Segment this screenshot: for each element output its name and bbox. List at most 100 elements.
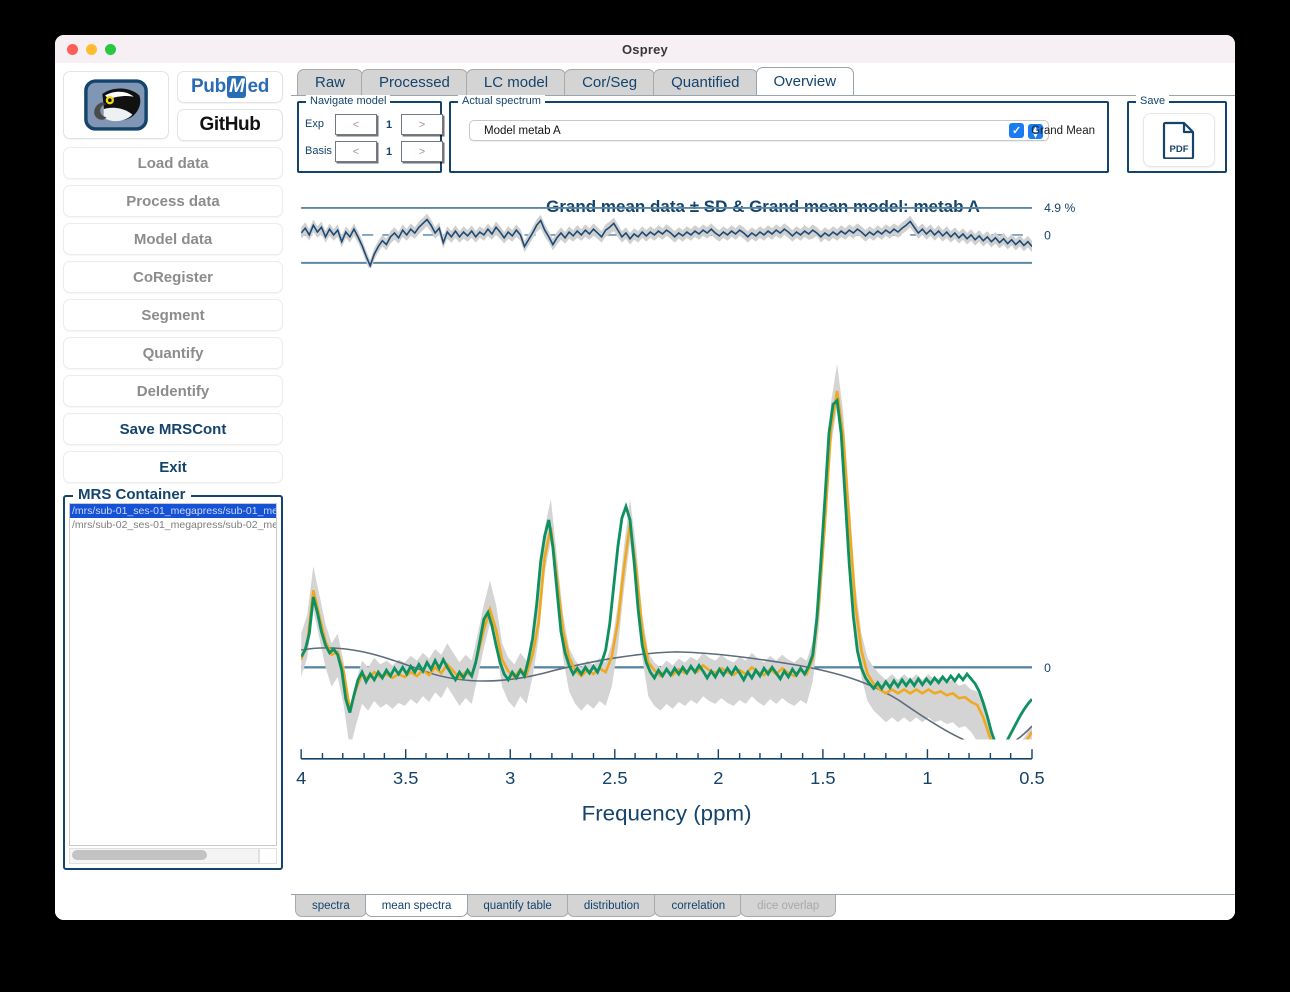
residual-upper-label: 4.9 % (1044, 201, 1076, 215)
sidebar-item-quantify[interactable]: Quantify (63, 337, 283, 369)
sidebar-item-label: Load data (137, 154, 209, 172)
main-zero-label: 0 (1044, 661, 1051, 675)
save-pdf-button[interactable]: PDF (1143, 113, 1215, 167)
basis-prev-button[interactable]: < (335, 141, 377, 162)
osprey-logo-button[interactable] (63, 71, 169, 139)
exp-next-button[interactable]: > (401, 114, 443, 135)
tab-label: Overview (773, 73, 837, 90)
pdf-icon: PDF (1162, 121, 1195, 159)
x-tick-label: 2 (713, 768, 723, 787)
bottom-tab-distribution[interactable]: distribution (566, 895, 657, 917)
close-icon[interactable] (67, 44, 78, 55)
bottom-tab-correlation[interactable]: correlation (654, 895, 743, 917)
actual-spectrum-title: Actual spectrum (458, 95, 545, 107)
tab-cor-seg[interactable]: Cor/Seg (564, 69, 656, 95)
sidebar-item-save-mrscont[interactable]: Save MRSCont (63, 413, 283, 445)
grand-mean-control[interactable]: ✓ Grand Mean (1009, 123, 1095, 138)
sidebar-item-label: Quantify (142, 344, 204, 362)
bottom-tab-label: spectra (312, 899, 350, 912)
list-item[interactable]: /mrs/sub-02_ses-01_megapress/sub-02_me (70, 518, 276, 532)
navigate-model-title: Navigate model (306, 95, 391, 107)
bottom-tab-spectra[interactable]: spectra (295, 895, 367, 917)
scrollbar-corner (259, 848, 277, 864)
save-group: Save PDF (1127, 95, 1227, 173)
x-tick-label: 2.5 (602, 768, 627, 787)
sidebar-item-label: Exit (159, 458, 187, 476)
pdf-icon-label: PDF (1170, 144, 1189, 155)
spectrum-select-value: Model metab A (484, 124, 561, 137)
x-tick-label: 3.5 (393, 768, 418, 787)
tab-label: LC model (483, 74, 549, 91)
navigate-exp-label: Exp (305, 118, 324, 130)
github-label: GitHub (199, 114, 261, 135)
bottom-tab-label: quantify table (483, 899, 552, 912)
x-tick-label: 1 (922, 768, 932, 787)
spectrum-select[interactable]: Model metab A ▲ ▼ (469, 120, 1049, 141)
tab-lc-model[interactable]: LC model (465, 69, 567, 95)
list-item[interactable]: /mrs/sub-01_ses-01_megapress/sub-01_me (70, 504, 276, 518)
grand-mean-checkbox[interactable]: ✓ (1009, 123, 1025, 138)
x-tick-label: 3 (505, 768, 515, 787)
grand-mean-label: Grand Mean (1031, 124, 1095, 137)
control-panels: Navigate model Exp < 1 > Basis < 1 > Act… (297, 95, 1227, 173)
x-tick-label: 1.5 (810, 768, 835, 787)
tab-raw[interactable]: Raw (297, 69, 364, 95)
bottom-tab-mean-spectra[interactable]: mean spectra (364, 895, 469, 917)
app-window: Osprey Pub M ed GitHub Load data Process… (55, 35, 1235, 920)
spectrum-chart[interactable]: 4.9 % 0 0 4 3.5 3 2.5 2 1.5 1 0.5 Freque… (291, 181, 1235, 884)
sidebar-item-deidentify[interactable]: DeIdentify (63, 375, 283, 407)
sidebar-item-label: Segment (141, 306, 205, 324)
tab-overview[interactable]: Overview (755, 67, 855, 95)
tab-label: Cor/Seg (582, 74, 638, 91)
bottom-tab-label: mean spectra (381, 899, 452, 912)
mrs-container-panel: MRS Container /mrs/sub-01_ses-01_megapre… (63, 486, 283, 870)
spectrum-svg: 4.9 % 0 0 4 3.5 3 2.5 2 1.5 1 0.5 Freque… (296, 201, 1076, 825)
navigate-basis-row: Basis < 1 > (305, 141, 443, 162)
mrs-container-listbox[interactable]: /mrs/sub-01_ses-01_megapress/sub-01_me /… (69, 503, 277, 846)
traffic-lights[interactable] (67, 44, 116, 55)
main-pane: Raw Processed LC model Cor/Seg Quantifie… (291, 63, 1235, 920)
x-axis-minor-ticks (300, 749, 1033, 759)
sidebar-item-coregister[interactable]: CoRegister (63, 261, 283, 293)
sidebar-item-process-data[interactable]: Process data (63, 185, 283, 217)
minimize-icon[interactable] (86, 44, 97, 55)
sidebar-item-load-data[interactable]: Load data (63, 147, 283, 179)
sidebar-item-label: Model data (133, 230, 213, 248)
pubmed-link[interactable]: Pub Med (177, 71, 283, 103)
residual-panel: 4.9 % 0 (301, 201, 1076, 268)
x-axis-tick-labels: 4 3.5 3 2.5 2 1.5 1 0.5 (296, 768, 1045, 787)
osprey-logo-icon (84, 79, 148, 131)
github-link[interactable]: GitHub (177, 109, 283, 141)
data-sd-band (301, 363, 1032, 740)
sidebar-item-exit[interactable]: Exit (63, 451, 283, 483)
x-axis-label: Frequency (ppm) (582, 801, 752, 825)
save-title: Save (1136, 95, 1170, 107)
sidebar-item-label: CoRegister (132, 268, 214, 286)
bottom-tab-label: dice overlap (757, 899, 820, 912)
sidebar-item-segment[interactable]: Segment (63, 299, 283, 331)
window-body: Pub Med GitHub Load data Process data Mod… (55, 63, 1235, 920)
horizontal-scrollbar[interactable] (69, 848, 259, 864)
bottom-tab-bar: spectra mean spectra quantify table dist… (291, 894, 1235, 920)
x-axis: 4 3.5 3 2.5 2 1.5 1 0.5 Frequency (ppm) (296, 749, 1045, 825)
bottom-tab-quantify-table[interactable]: quantify table (466, 895, 569, 917)
zoom-icon[interactable] (105, 44, 116, 55)
tab-quantified[interactable]: Quantified (653, 69, 758, 95)
tab-label: Raw (315, 74, 346, 91)
sidebar-item-label: Process data (126, 192, 220, 210)
tab-label: Processed (379, 74, 450, 91)
residual-zero-label: 0 (1044, 229, 1051, 243)
window-titlebar: Osprey (55, 35, 1235, 64)
navigate-basis-label: Basis (305, 145, 332, 157)
sidebar-item-model-data[interactable]: Model data (63, 223, 283, 255)
exp-prev-button[interactable]: < (335, 114, 377, 135)
x-tick-label: 0.5 (1019, 768, 1044, 787)
navigate-model-group: Navigate model Exp < 1 > Basis < 1 > (297, 95, 443, 173)
sidebar-links: Pub Med GitHub (177, 71, 283, 141)
tab-processed[interactable]: Processed (361, 69, 468, 95)
window-title: Osprey (621, 41, 668, 57)
basis-next-button[interactable]: > (401, 141, 443, 162)
scrollbar-thumb[interactable] (72, 850, 208, 860)
sidebar-item-label: Save MRSCont (119, 420, 227, 438)
pubmed-label: Pub Med (190, 76, 270, 98)
